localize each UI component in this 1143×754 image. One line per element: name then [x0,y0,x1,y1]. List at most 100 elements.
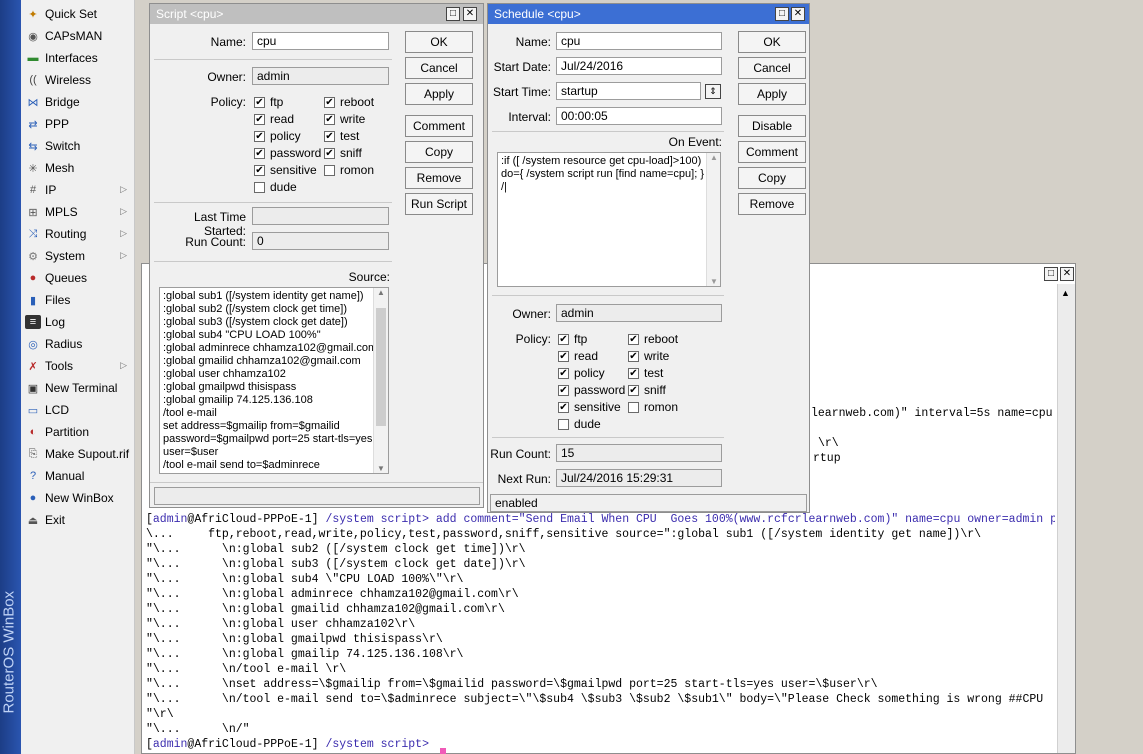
disable-button[interactable]: Disable [738,115,806,137]
menu-item-log[interactable]: ≡ Log [21,311,135,333]
apply-button[interactable]: Apply [405,83,473,105]
next-run-field[interactable]: Jul/24/2016 15:29:31 [556,469,722,487]
maximize-icon[interactable]: □ [446,7,460,21]
policy-sensitive-checkbox[interactable]: ✔ sensitive [558,400,621,414]
menu-item-wireless[interactable]: ((Wireless [21,69,135,91]
menu-item-quick-set[interactable]: ✦ Quick Set [21,3,135,25]
start-time-dropdown-icon[interactable]: ⇕ [705,84,721,99]
script-titlebar[interactable]: Script <cpu> [150,4,483,24]
schedule-titlebar[interactable]: Schedule <cpu> [488,4,809,24]
checkbox-box[interactable]: ✔ [254,113,265,125]
menu-item-switch[interactable]: ⇆ Switch [21,135,135,157]
policy-read-checkbox[interactable]: ✔ read [558,349,598,363]
policy-sniff-checkbox[interactable]: ✔ sniff [324,146,362,160]
policy-romon-checkbox[interactable]: romon [324,163,374,177]
menu-item-ppp[interactable]: ⇄ PPP [21,113,135,135]
start-time-field[interactable]: startup [556,82,701,100]
checkbox-box[interactable]: ✔ [254,96,265,108]
close-icon[interactable]: ✕ [1060,267,1074,281]
scroll-down-icon[interactable]: ▼ [377,464,385,473]
scroll-up-icon[interactable]: ▲ [1061,288,1070,298]
on-event-scrollbar[interactable]: ▲ ▼ [706,153,720,286]
menu-item-routing[interactable]: ⤨ Routing ▷ [21,223,135,245]
checkbox-box[interactable]: ✔ [558,401,569,413]
policy-read-checkbox[interactable]: ✔ read [254,112,294,126]
menu-item-mpls[interactable]: ⊞ MPLS ▷ [21,201,135,223]
menu-item-partition[interactable]: ◐ Partition [21,421,135,443]
menu-item-queues[interactable]: ● Queues [21,267,135,289]
menu-item-files[interactable]: ▮ Files [21,289,135,311]
ok-button[interactable]: OK [738,31,806,53]
menu-item-capsman[interactable]: ◉ CAPsMAN [21,25,135,47]
source-scrollbar[interactable]: ▲ ▼ [373,288,388,473]
name-field[interactable]: cpu [556,32,722,50]
checkbox-box[interactable]: ✔ [628,367,639,379]
checkbox-box[interactable]: ✔ [628,333,639,345]
policy-dude-checkbox[interactable]: dude [254,180,297,194]
menu-item-make-supout-rif[interactable]: ⎘ Make Supout.rif [21,443,135,465]
start-date-field[interactable]: Jul/24/2016 [556,57,722,75]
menu-item-radius[interactable]: ◎ Radius [21,333,135,355]
checkbox-box[interactable]: ✔ [558,333,569,345]
cancel-button[interactable]: Cancel [405,57,473,79]
checkbox-box[interactable]: ✔ [254,164,265,176]
schedule-window[interactable]: Schedule <cpu> □ ✕ Name: cpu Start Date:… [487,3,810,513]
checkbox-box[interactable]: ✔ [324,96,335,108]
policy-ftp-checkbox[interactable]: ✔ ftp [254,95,283,109]
ok-button[interactable]: OK [405,31,473,53]
apply-button[interactable]: Apply [738,83,806,105]
checkbox-box[interactable] [254,181,265,193]
policy-test-checkbox[interactable]: ✔ test [628,366,663,380]
policy-policy-checkbox[interactable]: ✔ policy [558,366,605,380]
checkbox-box[interactable] [628,401,639,413]
script-window[interactable]: Script <cpu> □ ✕ Name: cpu Owner: admin … [149,3,484,508]
scroll-up-icon[interactable]: ▲ [710,153,718,162]
menu-item-ip[interactable]: # IP ▷ [21,179,135,201]
checkbox-box[interactable]: ✔ [558,367,569,379]
interval-field[interactable]: 00:00:05 [556,107,722,125]
close-icon[interactable]: ✕ [791,7,805,21]
source-textarea[interactable]: :global sub1 ([/system identity get name… [159,287,389,474]
policy-dude-checkbox[interactable]: dude [558,417,601,431]
checkbox-box[interactable]: ✔ [628,384,639,396]
menu-item-tools[interactable]: ✗ Tools ▷ [21,355,135,377]
policy-test-checkbox[interactable]: ✔ test [324,129,359,143]
policy-write-checkbox[interactable]: ✔ write [628,349,669,363]
remove-button[interactable]: Remove [405,167,473,189]
checkbox-box[interactable] [324,164,335,176]
scroll-down-icon[interactable]: ▼ [710,277,718,286]
policy-reboot-checkbox[interactable]: ✔ reboot [324,95,374,109]
remove-button[interactable]: Remove [738,193,806,215]
checkbox-box[interactable]: ✔ [324,147,335,159]
checkbox-box[interactable]: ✔ [254,147,265,159]
checkbox-box[interactable] [558,418,569,430]
scroll-thumb[interactable] [376,308,386,426]
checkbox-box[interactable]: ✔ [628,350,639,362]
owner-field[interactable]: admin [252,67,389,85]
policy-password-checkbox[interactable]: ✔ password [254,146,321,160]
copy-button[interactable]: Copy [738,167,806,189]
run-count-field[interactable]: 15 [556,444,722,462]
terminal-scrollbar[interactable]: ▲ [1057,284,1075,753]
run-count-field[interactable]: 0 [252,232,389,250]
policy-reboot-checkbox[interactable]: ✔ reboot [628,332,678,346]
maximize-icon[interactable]: □ [775,7,789,21]
cancel-button[interactable]: Cancel [738,57,806,79]
last-started-field[interactable] [252,207,389,225]
menu-item-mesh[interactable]: ✳ Mesh [21,157,135,179]
policy-romon-checkbox[interactable]: romon [628,400,678,414]
menu-item-exit[interactable]: ⏏ Exit [21,509,135,531]
close-icon[interactable]: ✕ [463,7,477,21]
menu-item-interfaces[interactable]: ▬ Interfaces [21,47,135,69]
scroll-up-icon[interactable]: ▲ [377,288,385,297]
policy-write-checkbox[interactable]: ✔ write [324,112,365,126]
checkbox-box[interactable]: ✔ [324,113,335,125]
owner-field[interactable]: admin [556,304,722,322]
run-script-button[interactable]: Run Script [405,193,473,215]
checkbox-box[interactable]: ✔ [558,384,569,396]
menu-item-bridge[interactable]: ⋈ Bridge [21,91,135,113]
policy-ftp-checkbox[interactable]: ✔ ftp [558,332,587,346]
checkbox-box[interactable]: ✔ [324,130,335,142]
menu-item-manual[interactable]: ? Manual [21,465,135,487]
menu-item-new-winbox[interactable]: ● New WinBox [21,487,135,509]
